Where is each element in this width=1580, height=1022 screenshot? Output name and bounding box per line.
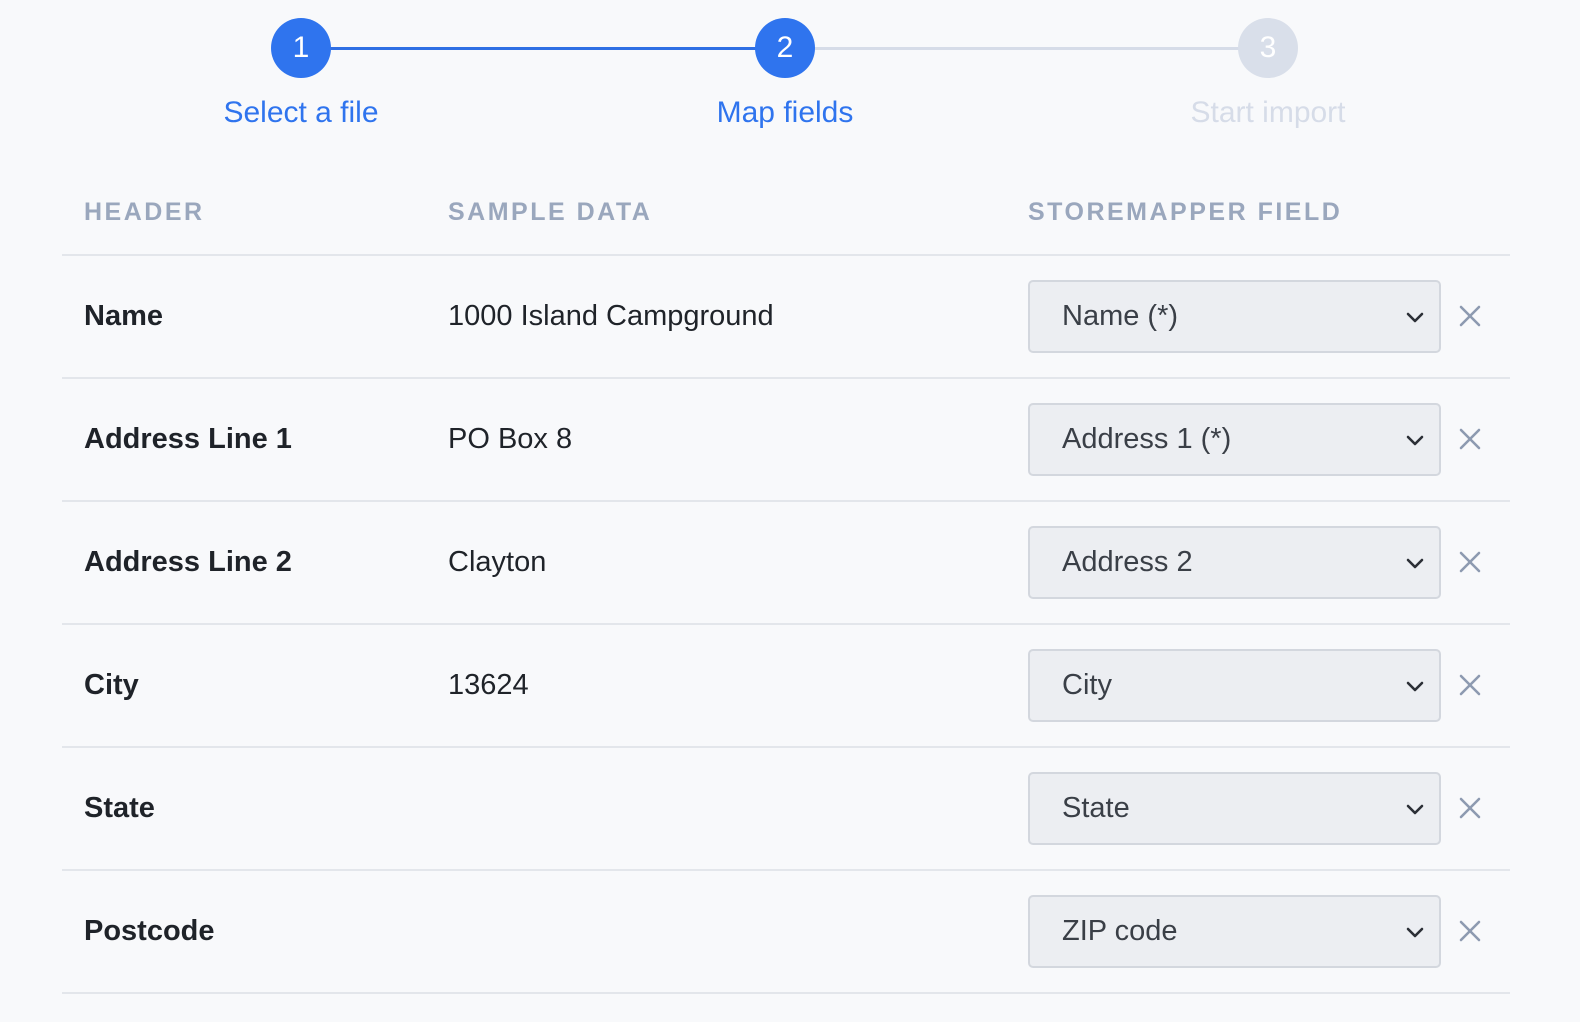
remove-mapping-button[interactable] [1455, 424, 1485, 454]
storemapper-field-select[interactable]: ZIP code [1028, 895, 1441, 968]
row-header-cell: Address Line 2 [84, 546, 292, 578]
column-header-header: HEADER [84, 198, 205, 226]
selected-field-value: City [1062, 669, 1112, 701]
chevron-down-icon [1406, 804, 1424, 815]
selected-field-value: State [1062, 792, 1130, 824]
row-sample-cell: PO Box 8 [448, 423, 573, 455]
storemapper-field-select[interactable]: Name (*) [1028, 280, 1441, 353]
selected-field-value: Address 1 (*) [1062, 423, 1232, 455]
step-2-label[interactable]: Map fields [635, 96, 935, 130]
row-sample-cell: 13624 [448, 669, 529, 701]
row-header-cell: City [84, 669, 139, 701]
storemapper-field-select[interactable]: State [1028, 772, 1441, 845]
table-header-row: HEADER SAMPLE DATA STOREMAPPER FIELD [62, 168, 1510, 256]
close-icon [1459, 551, 1481, 573]
close-icon [1459, 305, 1481, 327]
row-header-cell: Address Line 1 [84, 423, 292, 455]
import-stepper: 1 2 3 Select a file Map fields Start imp… [0, 0, 1580, 150]
row-header-cell: Name [84, 300, 163, 332]
step-2-circle[interactable]: 2 [755, 18, 815, 78]
chevron-down-icon [1406, 681, 1424, 692]
step-1-label[interactable]: Select a file [151, 96, 451, 130]
close-icon [1459, 674, 1481, 696]
import-wizard-page: 1 2 3 Select a file Map fields Start imp… [0, 0, 1580, 1022]
remove-mapping-button[interactable] [1455, 670, 1485, 700]
step-3-label: Start import [1190, 96, 1346, 129]
row-header-cell: Postcode [84, 915, 215, 947]
table-row: Postcode ZIP code [62, 871, 1510, 994]
step-1-circle[interactable]: 1 [271, 18, 331, 78]
remove-mapping-button[interactable] [1455, 301, 1485, 331]
storemapper-field-select[interactable]: City [1028, 649, 1441, 722]
row-sample-cell: Clayton [448, 546, 547, 578]
stepper-progress-line-remaining [785, 47, 1268, 50]
column-header-sample-data: SAMPLE DATA [448, 198, 653, 226]
table-row: State State [62, 748, 1510, 871]
chevron-down-icon [1406, 558, 1424, 569]
remove-mapping-button[interactable] [1455, 793, 1485, 823]
close-icon [1459, 797, 1481, 819]
column-header-storemapper-field: STOREMAPPER FIELD [1028, 198, 1343, 226]
step-3-circle: 3 [1238, 18, 1298, 78]
selected-field-value: ZIP code [1062, 915, 1178, 947]
chevron-down-icon [1406, 927, 1424, 938]
storemapper-field-select[interactable]: Address 2 [1028, 526, 1441, 599]
row-header-cell: State [84, 792, 155, 824]
table-row: Name 1000 Island Campground Name (*) [62, 256, 1510, 379]
table-row: Address Line 2 Clayton Address 2 [62, 502, 1510, 625]
close-icon [1459, 920, 1481, 942]
storemapper-field-select[interactable]: Address 1 (*) [1028, 403, 1441, 476]
selected-field-value: Name (*) [1062, 300, 1179, 332]
stepper-progress-line-completed [301, 47, 785, 50]
remove-mapping-button[interactable] [1455, 547, 1485, 577]
row-sample-cell: 1000 Island Campground [448, 300, 774, 332]
field-mapping-table: HEADER SAMPLE DATA STOREMAPPER FIELD Nam… [62, 168, 1510, 994]
selected-field-value: Address 2 [1062, 546, 1193, 578]
close-icon [1459, 428, 1481, 450]
table-row: City 13624 City [62, 625, 1510, 748]
table-row: Address Line 1 PO Box 8 Address 1 (*) [62, 379, 1510, 502]
table-body: Name 1000 Island Campground Name (*) Add… [62, 256, 1510, 994]
chevron-down-icon [1406, 312, 1424, 323]
remove-mapping-button[interactable] [1455, 916, 1485, 946]
chevron-down-icon [1406, 435, 1424, 446]
